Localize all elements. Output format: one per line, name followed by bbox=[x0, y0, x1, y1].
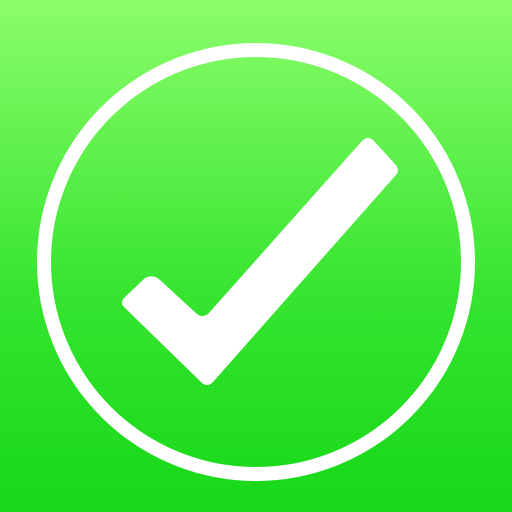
background-gradient bbox=[0, 0, 512, 512]
app-icon bbox=[0, 0, 512, 512]
app-icon-artwork bbox=[0, 0, 512, 512]
